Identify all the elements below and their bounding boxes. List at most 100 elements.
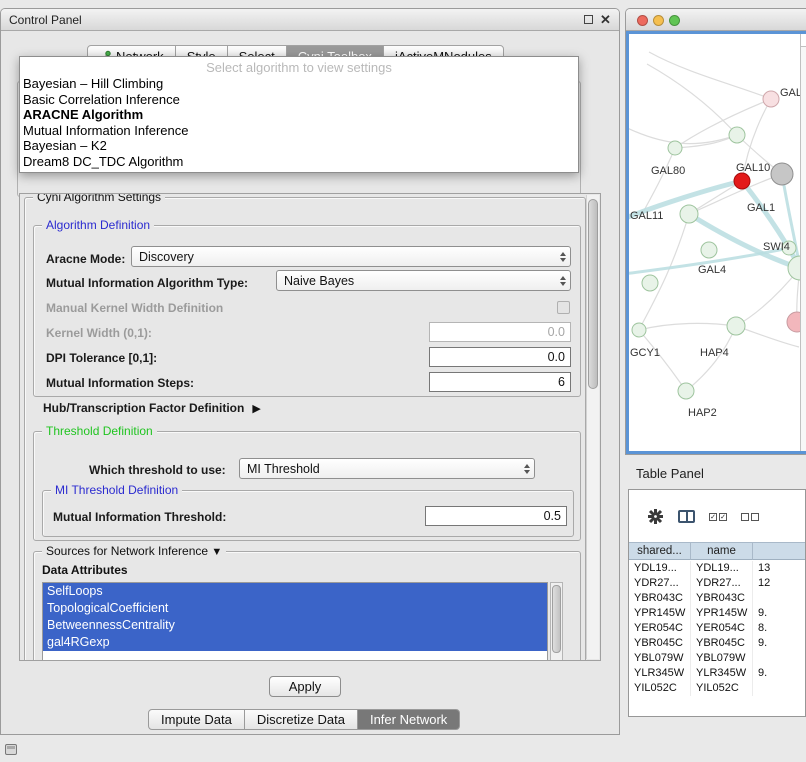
dropdown-placeholder: Select algorithm to view settings [20,59,578,76]
column-header[interactable]: shared... [629,542,691,560]
mac-close-button[interactable] [637,15,648,26]
sources-label: Sources for Network Inference [46,544,208,558]
network-node[interactable] [668,141,682,155]
dpi-tolerance-field[interactable] [429,347,571,367]
table-row[interactable]: YDL19...YDL19...13 [629,561,806,576]
node-label: GAL4 [698,264,726,276]
settings-scrollbar-thumb[interactable] [588,199,598,389]
group-title: Algorithm Definition [42,218,154,232]
unchecked-box-icon [751,513,759,521]
table-row[interactable]: YLR345WYLR345W9. [629,666,806,681]
deselect-all-icon[interactable] [741,513,759,521]
network-node[interactable] [680,205,698,223]
network-window-titlebar [626,9,806,31]
network-node[interactable] [701,242,717,258]
window-title: Control Panel [9,9,82,31]
control-panel-titlebar: Control Panel ✕ [1,9,619,31]
manual-kernel-checkbox [557,301,570,314]
float-window-icon[interactable] [584,15,593,24]
network-node[interactable] [727,317,745,335]
scroll-up-button[interactable] [801,34,806,47]
mi-algorithm-type-select[interactable]: Naive Bayes [276,270,571,291]
network-edge [647,64,737,135]
attribute-item[interactable]: gal4RGexp [43,634,547,651]
network-graph: GAL GAL80 GAL10 GAL11 GAL1 SWI4 GAL4 GCY… [629,34,806,454]
hub-definition-toggle[interactable]: Hub/Transcription Factor Definition ▶ [43,401,261,415]
close-icon[interactable]: ✕ [600,14,611,25]
network-node[interactable] [763,91,779,107]
network-node[interactable] [678,383,694,399]
cyni-algorithm-settings-group: Cyni Algorithm Settings Algorithm Defini… [24,197,586,661]
mi-type-label: Mutual Information Algorithm Type: [46,276,248,290]
node-label: GAL1 [747,202,775,214]
dropdown-item[interactable]: Basic Correlation Inference [20,92,578,108]
columns-icon[interactable] [678,510,695,523]
table-row[interactable]: YIL052CYIL052C [629,681,806,696]
restore-panel-icon[interactable] [5,744,17,755]
sources-toggle[interactable]: Sources for Network Inference ▼ [42,544,226,558]
select-all-icon[interactable]: ✓ ✓ [709,513,727,521]
kernel-width-label: Kernel Width (0,1): [46,326,152,340]
node-label: GAL10 [736,162,770,174]
combo-arrows-icon [519,464,534,474]
table-toolbar: ✓ ✓ [629,490,805,538]
network-edge [639,330,686,391]
attribute-item[interactable]: SelfLoops [43,583,547,600]
attribute-item[interactable]: TopologicalCoefficient [43,600,547,617]
network-scrollbar[interactable] [800,34,806,451]
settings-scrollbar[interactable] [586,195,599,659]
cyni-settings-panel: Cyni Algorithm Settings Algorithm Defini… [19,193,601,661]
table-row[interactable]: YPR145WYPR145W9. [629,606,806,621]
node-label: HAP2 [688,407,717,419]
network-node[interactable] [729,127,745,143]
dropdown-item-selected[interactable]: ARACNE Algorithm [20,107,578,123]
table-row[interactable]: YBR043CYBR043C [629,591,806,606]
node-label: GCY1 [630,347,660,359]
aracne-mode-select[interactable]: Discovery [131,246,571,267]
apply-button[interactable]: Apply [269,676,341,697]
attribute-item[interactable]: BetweennessCentrality [43,617,547,634]
table-row[interactable]: YBR045CYBR045C9. [629,636,806,651]
which-threshold-select[interactable]: MI Threshold [239,458,535,479]
node-label: GAL [780,87,802,99]
dropdown-item[interactable]: Mutual Information Inference [20,123,578,139]
table-row[interactable]: YER054CYER054C8. [629,621,806,636]
node-label: SWI4 [763,241,790,253]
gear-icon[interactable] [647,508,664,525]
combo-arrows-icon [555,276,570,286]
column-header[interactable]: name [691,542,753,560]
mi-threshold-field[interactable] [425,506,567,526]
tab-infer-network[interactable]: Infer Network [357,709,460,730]
network-canvas[interactable]: GAL GAL80 GAL10 GAL11 GAL1 SWI4 GAL4 GCY… [626,31,806,454]
dropdown-item[interactable]: Bayesian – K2 [20,138,578,154]
network-node-hub[interactable] [771,163,793,185]
network-node-highlighted[interactable] [734,173,750,189]
mi-steps-label: Mutual Information Steps: [46,376,194,390]
list-scrollbar[interactable] [550,582,563,661]
node-label: GAL80 [651,165,685,177]
table-row[interactable]: YDR27...YDR27...12 [629,576,806,591]
which-threshold-label: Which threshold to use: [89,463,226,477]
list-scrollbar-thumb[interactable] [552,585,561,653]
unchecked-box-icon [741,513,749,521]
mi-steps-field[interactable] [429,372,571,392]
bottom-tabs: Impute Data Discretize Data Infer Networ… [149,709,460,730]
network-node[interactable] [642,275,658,291]
table-row[interactable]: YBL079WYBL079W [629,651,806,666]
column-header[interactable] [753,542,806,560]
group-title: MI Threshold Definition [51,483,182,497]
kernel-width-field [429,322,571,342]
sources-group: Sources for Network Inference ▼ Data Att… [33,551,581,661]
dropdown-item[interactable]: Bayesian – Hill Climbing [20,76,578,92]
checked-box-icon: ✓ [719,513,727,521]
tab-discretize-data[interactable]: Discretize Data [244,709,358,730]
group-title: Cyni Algorithm Settings [33,193,165,204]
manual-kernel-label: Manual Kernel Width Definition [46,301,223,315]
network-node[interactable] [632,323,646,337]
network-edge [649,52,771,99]
tab-impute-data[interactable]: Impute Data [148,709,245,730]
mac-minimize-button[interactable] [653,15,664,26]
mac-zoom-button[interactable] [669,15,680,26]
dropdown-item[interactable]: Dream8 DC_TDC Algorithm [20,154,578,170]
data-attributes-label: Data Attributes [42,563,128,577]
